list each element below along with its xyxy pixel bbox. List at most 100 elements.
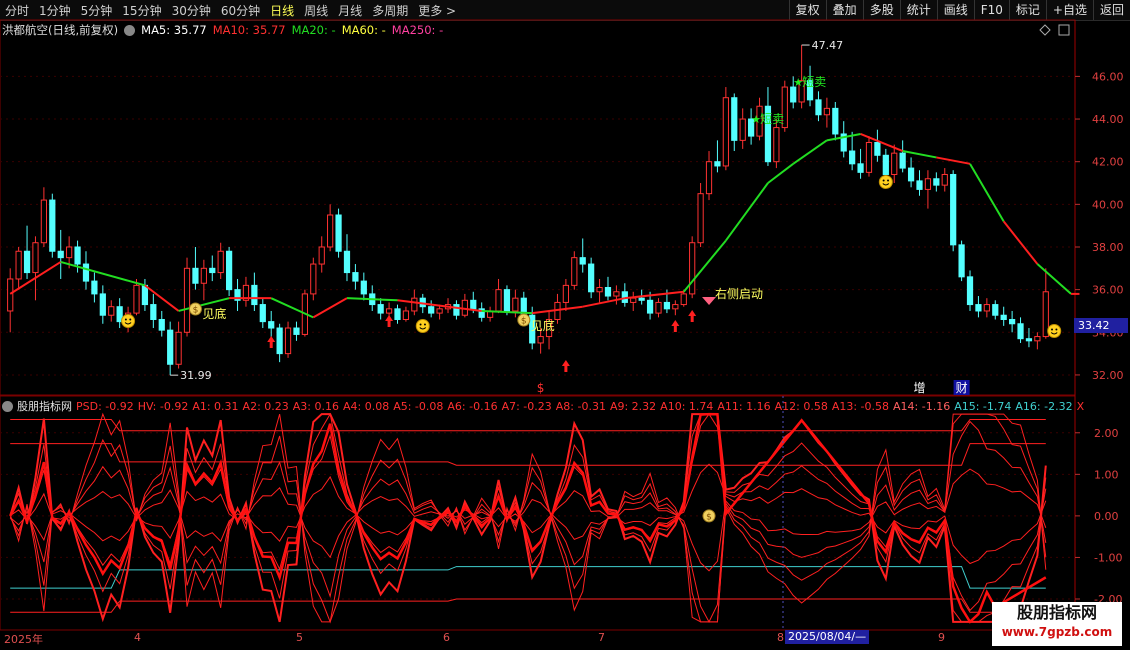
candle-body (23, 250, 31, 274)
indicator-fan-line-0 (9, 413, 1047, 623)
ma-segment (902, 150, 937, 159)
candle-body (57, 250, 64, 259)
candle-body (436, 308, 443, 314)
candle-body (318, 246, 325, 265)
candle-body (133, 284, 140, 314)
candle-body (655, 301, 662, 314)
smiley-icon (878, 175, 893, 189)
smiley-icon-eye (124, 318, 127, 321)
candle-body (284, 327, 292, 355)
indicator-axis-label-2: 0.00 (1094, 510, 1119, 523)
ma-segment (346, 297, 398, 302)
candle-body (739, 118, 746, 141)
candle-body (823, 107, 830, 116)
candle-body (268, 321, 275, 329)
money-bag-icon-glyph: $ (521, 317, 527, 327)
candle-body (680, 293, 687, 306)
candle-body (933, 178, 940, 186)
candle-body (15, 250, 22, 280)
candle-body (428, 306, 435, 314)
candle-body (992, 304, 999, 316)
candle-body (790, 86, 797, 103)
smiley-icon-eye (1055, 328, 1058, 331)
candle-body (916, 180, 923, 190)
sell-signal-1: 短卖 (760, 112, 784, 126)
candle-body (882, 154, 889, 175)
date-cursor-badge: 2025/08/04/— (785, 630, 870, 644)
candle-body (503, 289, 511, 312)
ma-segment (767, 163, 794, 184)
candle-body (705, 161, 713, 195)
smiley-icon-eye (882, 179, 885, 182)
up-arrow-icon (671, 320, 680, 332)
candle-body (663, 301, 671, 310)
right-start-signal: 右侧启动 (715, 286, 763, 301)
candle-body (1034, 336, 1041, 342)
candle-body (1000, 314, 1007, 320)
indicator-axis-label-1: 1.00 (1094, 468, 1119, 481)
sell-signal-2: 短卖 (802, 75, 826, 89)
smiley-icon-eye (887, 179, 890, 182)
up-arrow-icon (561, 360, 570, 372)
candle-body (251, 284, 258, 306)
candle-body (907, 167, 915, 182)
ma-segment (144, 284, 180, 312)
candle-body (192, 267, 199, 284)
up-arrow-icon (385, 315, 394, 327)
watermark-logo: 股朋指标网 www.7gpzb.com (992, 602, 1122, 646)
candle-body (975, 304, 982, 312)
up-arrow-icon (688, 310, 697, 322)
x-tick-4: 7 (598, 631, 605, 644)
candle-body (217, 250, 224, 274)
candle-body (646, 299, 654, 314)
bottom-signal-1: 见底 (202, 306, 226, 321)
candle-body (571, 257, 578, 286)
band-a10-line (10, 443, 1046, 466)
candle-body (49, 199, 56, 252)
low-price-label: 31.99 (180, 369, 212, 382)
candle-body (141, 284, 149, 306)
candle-body (360, 280, 367, 295)
price-axis-label-3: 40.00 (1092, 198, 1124, 211)
x-tick-3: 6 (443, 631, 450, 644)
candle-body (293, 327, 300, 335)
ma-segment (582, 297, 626, 308)
up-arrow-icon (267, 336, 276, 348)
candle-body (226, 250, 233, 291)
candle-body (537, 336, 544, 344)
price-axis-label-7: 32.00 (1092, 369, 1124, 382)
x-tick-5: 8 (777, 631, 784, 644)
ma-segment (60, 260, 146, 287)
smiley-icon-eye (419, 323, 422, 326)
candle-body (865, 141, 873, 173)
candle-body (630, 297, 637, 303)
candle-body (857, 163, 864, 173)
x-axis: 2025年 4 5 6 7 8 9 (0, 630, 1075, 650)
bottom-signal-2: 见底 (531, 318, 555, 333)
ma-segment (936, 156, 971, 165)
current-price-badge: 33.42 (1074, 318, 1128, 333)
smiley-icon (415, 319, 430, 333)
diamond-icon (702, 297, 717, 305)
candle-body (950, 173, 957, 246)
candle-body (150, 304, 157, 320)
indicator-money-bag-icon-glyph: $ (706, 512, 712, 522)
ma-segment (725, 182, 769, 242)
candle-body (495, 289, 502, 312)
candle-body (394, 308, 401, 320)
candle-body (596, 287, 603, 293)
smiley-icon-eye (423, 323, 426, 326)
candle-body (470, 299, 477, 310)
candle-body (689, 242, 696, 295)
candle-body (74, 246, 81, 265)
candle-body (697, 193, 704, 244)
candle-body (958, 244, 965, 278)
candle-body (966, 276, 974, 306)
ma-segment (969, 163, 1005, 222)
candle-body (722, 97, 729, 167)
candle-body (108, 306, 115, 316)
candle-body (377, 304, 384, 314)
candle-body (175, 331, 182, 365)
price-axis-label-5: 36.00 (1092, 284, 1124, 297)
candle-body (327, 214, 334, 248)
